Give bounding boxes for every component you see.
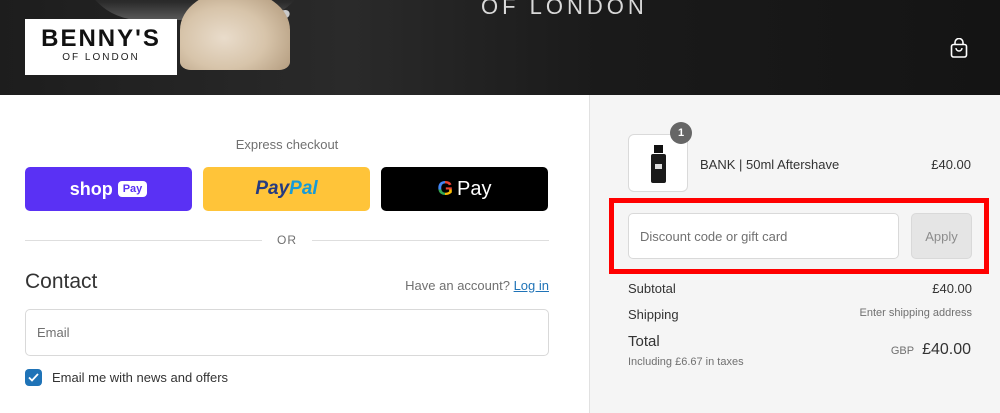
account-prompt: Have an account? Log in [405, 278, 549, 293]
order-summary: 1 BANK | 50ml Aftershave £40.00 Apply Su… [589, 95, 1000, 413]
product-name: BANK | 50ml Aftershave [700, 157, 840, 172]
subtotal-value: £40.00 [932, 281, 972, 296]
shipping-label: Shipping [628, 307, 679, 322]
paypal-button[interactable]: PayPal [203, 167, 370, 211]
paypal-logo: PayPal [255, 178, 318, 199]
header-banner: OF LONDON BENNY'S OF LONDON [0, 0, 1000, 95]
logo-main-text: BENNY'S [41, 25, 161, 52]
banner-text: OF LONDON [481, 0, 648, 19]
checkmark-icon [28, 373, 39, 382]
store-logo[interactable]: BENNY'S OF LONDON [25, 19, 177, 75]
aftershave-bottle-icon [651, 145, 666, 183]
apply-discount-button[interactable]: Apply [911, 213, 972, 259]
shop-pay-button[interactable]: shop Pay [25, 167, 192, 211]
shop-pay-text: shop [69, 178, 113, 199]
total-amount: GBP £40.00 [891, 341, 971, 359]
google-pay-button[interactable]: G Pay [381, 167, 548, 211]
email-field[interactable] [25, 309, 549, 356]
shipping-value: Enter shipping address [859, 307, 972, 319]
shop-pay-badge: Pay [117, 181, 148, 197]
login-link[interactable]: Log in [514, 278, 549, 293]
shipping-row: Shipping Enter shipping address [628, 307, 972, 322]
quantity-badge: 1 [670, 122, 692, 144]
express-checkout-label: Express checkout [235, 137, 339, 152]
newsletter-checkbox[interactable] [25, 369, 42, 386]
google-g-icon: G [437, 177, 454, 200]
account-prompt-text: Have an account? [405, 278, 510, 293]
or-divider: OR [25, 233, 549, 247]
total-label: Total [628, 333, 660, 350]
shopping-bag-icon[interactable] [950, 38, 968, 58]
subtotal-row: Subtotal £40.00 [628, 281, 972, 296]
discount-code-input[interactable] [628, 213, 899, 259]
contact-heading: Contact [25, 270, 98, 293]
tax-note: Including £6.67 in taxes [628, 356, 744, 368]
product-price: £40.00 [931, 157, 971, 172]
checkout-main: Express checkout shop Pay PayPal G Pay OR… [0, 95, 589, 413]
google-pay-logo: G Pay [437, 177, 492, 200]
newsletter-label[interactable]: Email me with news and offers [52, 370, 228, 385]
logo-sub-text: OF LONDON [62, 52, 140, 63]
total-value: £40.00 [922, 341, 971, 358]
subtotal-label: Subtotal [628, 281, 676, 296]
currency-code: GBP [890, 345, 915, 357]
